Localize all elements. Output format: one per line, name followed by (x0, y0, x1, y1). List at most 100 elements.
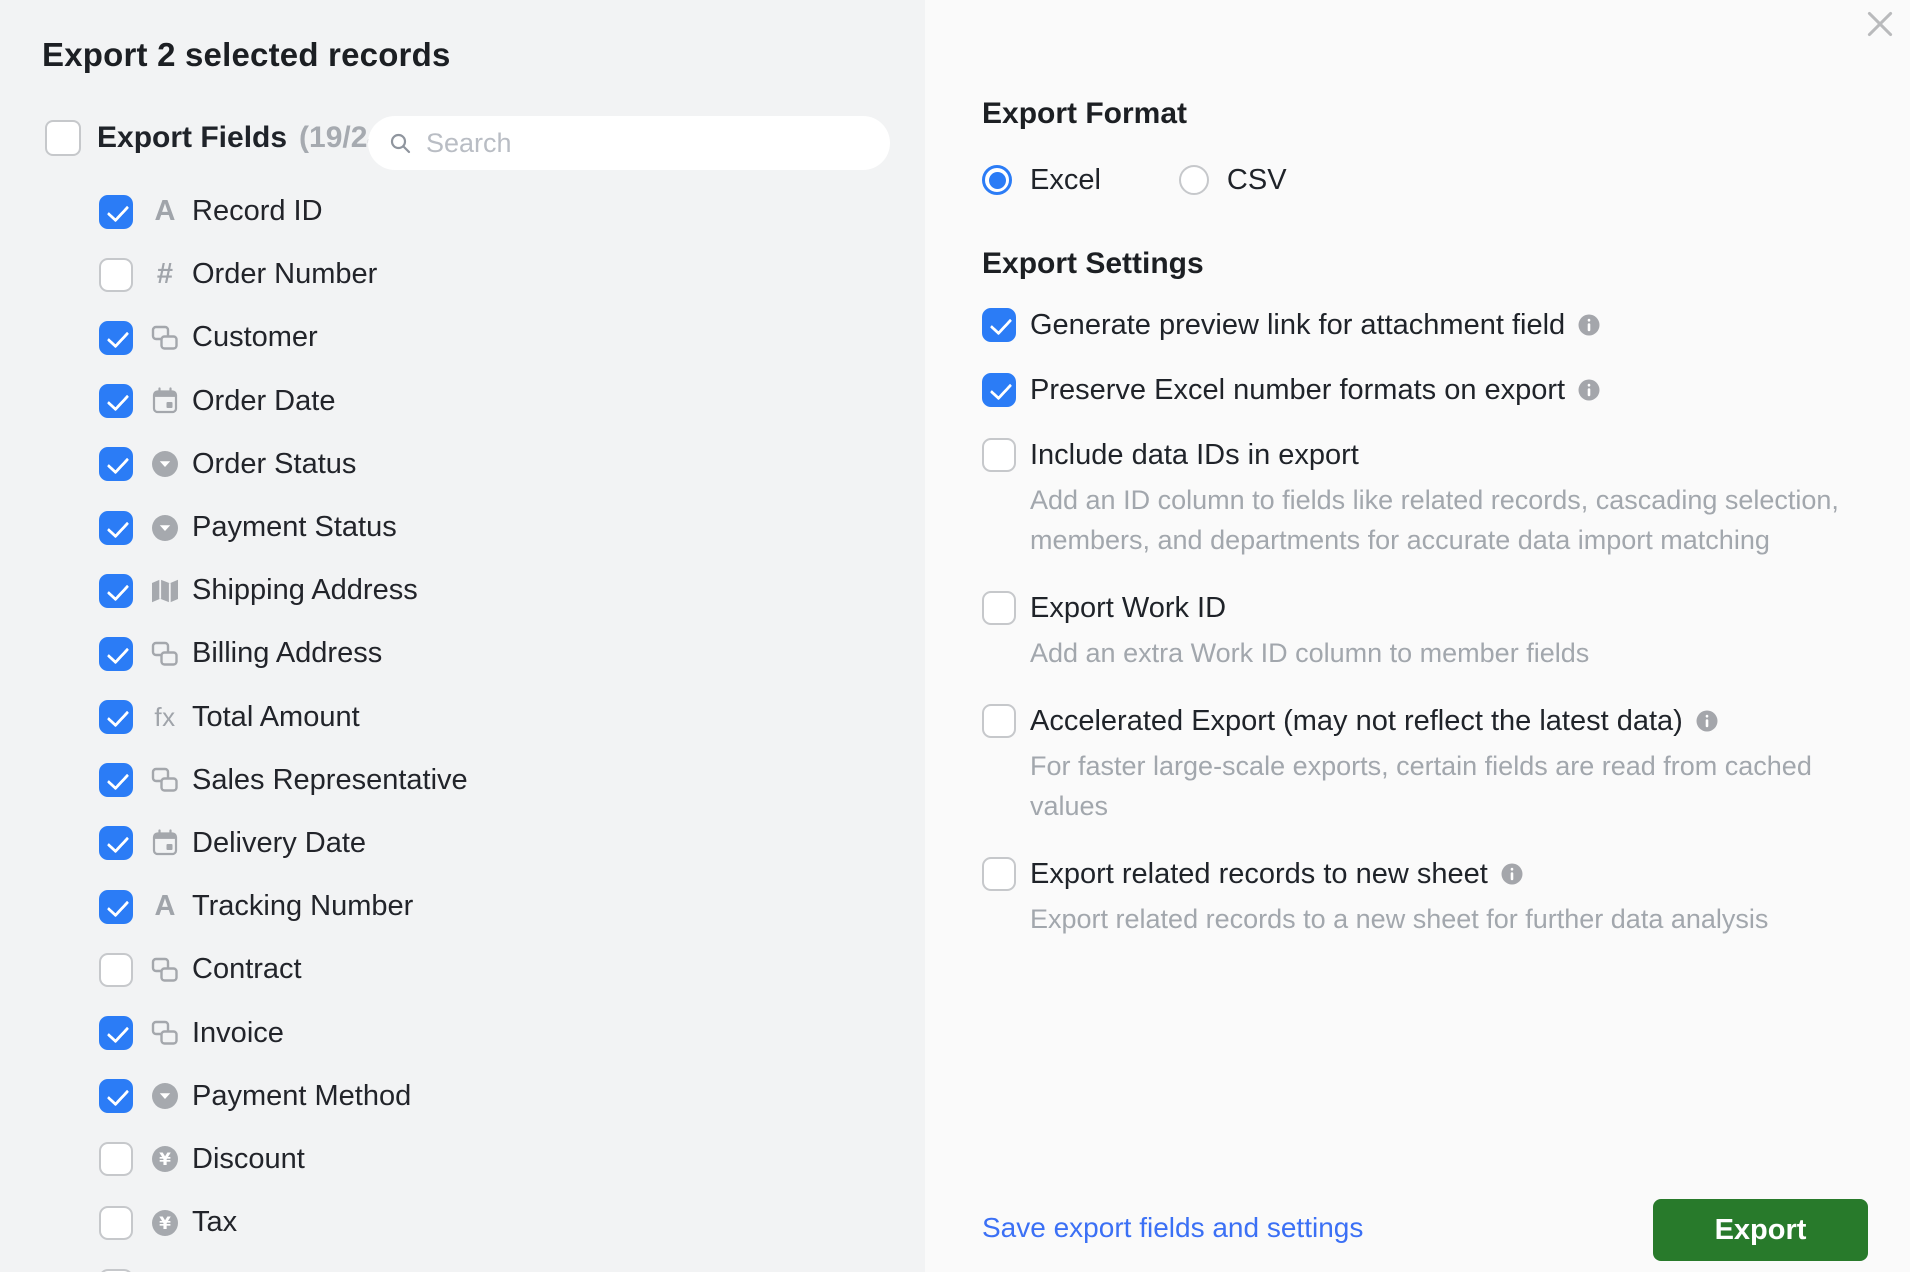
setting-label: Export Work ID (1030, 591, 1227, 624)
field-checkbox[interactable] (99, 384, 133, 419)
field-checkbox[interactable] (99, 636, 133, 671)
setting-label: Generate preview link for attachment fie… (1030, 308, 1566, 341)
field-row[interactable]: # Order Number (0, 243, 925, 306)
setting-row[interactable]: Export related records to new sheet (982, 857, 1910, 891)
setting-description: Export related records to a new sheet fo… (1030, 904, 1769, 934)
field-row[interactable]: Billing Address (0, 622, 925, 685)
field-row[interactable]: Invoice (0, 1001, 925, 1064)
setting-row[interactable]: Accelerated Export (may not reflect the … (982, 704, 1910, 738)
field-row[interactable]: Customer (0, 306, 925, 369)
info-icon[interactable] (1577, 378, 1601, 402)
radio-excel[interactable] (982, 165, 1012, 195)
field-label: Invoice (192, 1016, 284, 1049)
setting-item: Preserve Excel number formats on export (982, 373, 1910, 407)
radio-csv[interactable] (1178, 165, 1209, 195)
field-row[interactable] (0, 1254, 925, 1272)
setting-checkbox[interactable] (982, 857, 1016, 891)
field-label: Tax (192, 1206, 238, 1239)
field-row[interactable]: ¥ Discount (0, 1128, 925, 1191)
field-label: Order Status (192, 447, 357, 480)
field-row[interactable]: Payment Method (0, 1065, 925, 1128)
field-checkbox[interactable] (99, 1142, 133, 1177)
setting-checkbox[interactable] (982, 373, 1016, 407)
field-label: Tracking Number (192, 890, 414, 923)
text-icon: A (154, 890, 176, 923)
field-checkbox[interactable] (99, 700, 133, 735)
export-button[interactable]: Export (1653, 1199, 1868, 1261)
field-row[interactable]: A Tracking Number (0, 875, 925, 938)
single-select-icon (148, 513, 182, 543)
field-checkbox[interactable] (99, 510, 133, 545)
field-checkbox[interactable] (99, 952, 133, 987)
field-label: Sales Representative (192, 763, 468, 796)
field-checkbox[interactable] (99, 573, 133, 608)
setting-checkbox[interactable] (982, 591, 1016, 625)
field-checkbox[interactable] (99, 320, 133, 355)
info-icon[interactable] (1577, 313, 1601, 337)
settings-list: Generate preview link for attachment fie… (982, 308, 1910, 939)
setting-item: Include data IDs in export Add an ID colu… (982, 438, 1910, 560)
field-row[interactable]: Sales Representative (0, 749, 925, 812)
settings-panel: Export Format Excel CSV Export Settings G… (925, 0, 1910, 1272)
setting-item: Accelerated Export (may not reflect the … (982, 704, 1910, 826)
field-search[interactable] (368, 116, 890, 170)
field-label: Order Date (192, 384, 336, 417)
field-checkbox[interactable] (99, 194, 133, 229)
format-option-label: CSV (1226, 163, 1287, 196)
single-select-icon (148, 1081, 182, 1111)
info-icon[interactable] (1500, 862, 1524, 886)
search-icon (388, 131, 412, 155)
text-icon: A (154, 195, 176, 228)
export-format-heading: Export Format (982, 97, 1188, 130)
setting-checkbox[interactable] (982, 704, 1016, 738)
setting-checkbox[interactable] (982, 438, 1016, 472)
setting-description: Add an ID column to fields like related … (1030, 485, 1839, 555)
setting-label: Preserve Excel number formats on export (1030, 373, 1566, 406)
select-all-fields-row[interactable]: Export Fields (19/24) (45, 120, 394, 156)
field-row[interactable]: Contract (0, 938, 925, 1001)
setting-row[interactable]: Preserve Excel number formats on export (982, 373, 1910, 407)
related-record-icon (148, 325, 182, 351)
field-row[interactable]: Shipping Address (0, 559, 925, 622)
close-button[interactable] (1860, 4, 1900, 44)
field-label: Shipping Address (192, 574, 418, 607)
setting-checkbox[interactable] (982, 308, 1016, 342)
field-row[interactable]: ¥ Tax (0, 1191, 925, 1254)
field-label: Customer (192, 321, 318, 354)
field-row[interactable]: A Record ID (0, 180, 925, 243)
field-checkbox[interactable] (99, 889, 133, 924)
field-label: Billing Address (192, 637, 383, 670)
field-checkbox[interactable] (99, 763, 133, 798)
field-row[interactable]: Delivery Date (0, 812, 925, 875)
single-select-icon (148, 449, 182, 479)
field-row[interactable]: Order Status (0, 433, 925, 496)
search-input[interactable] (424, 126, 870, 160)
field-checkbox[interactable] (99, 826, 133, 861)
setting-row[interactable]: Export Work ID (982, 591, 1910, 625)
field-checkbox[interactable] (99, 447, 133, 482)
format-option-excel[interactable]: Excel (982, 164, 1101, 197)
field-checkbox[interactable] (99, 1205, 133, 1240)
related-record-icon (148, 1020, 182, 1046)
field-row[interactable]: Payment Status (0, 496, 925, 559)
format-option-csv[interactable]: CSV (1178, 163, 1287, 197)
field-label: Payment Method (192, 1079, 412, 1112)
info-icon[interactable] (1695, 709, 1719, 733)
field-row[interactable]: Order Date (0, 370, 925, 433)
field-checkbox[interactable] (99, 1079, 133, 1114)
setting-row[interactable]: Include data IDs in export (982, 438, 1910, 472)
save-settings-link[interactable]: Save export fields and settings (982, 1212, 1363, 1244)
setting-row[interactable]: Generate preview link for attachment fie… (982, 308, 1910, 342)
setting-description: Add an extra Work ID column to member fi… (1030, 638, 1590, 668)
setting-item: Generate preview link for attachment fie… (982, 308, 1910, 342)
field-list: A Record ID # Order Number Customer Order Dat… (0, 180, 925, 1272)
field-label: Record ID (192, 195, 323, 228)
field-checkbox[interactable] (99, 1016, 133, 1051)
select-all-checkbox[interactable] (45, 120, 81, 156)
calendar-icon (148, 387, 182, 415)
field-checkbox[interactable] (99, 257, 133, 292)
dialog-title: Export 2 selected records (42, 36, 451, 73)
field-row[interactable]: fx Total Amount (0, 686, 925, 749)
field-label: Contract (192, 953, 302, 986)
svg-text:¥: ¥ (159, 1214, 171, 1234)
